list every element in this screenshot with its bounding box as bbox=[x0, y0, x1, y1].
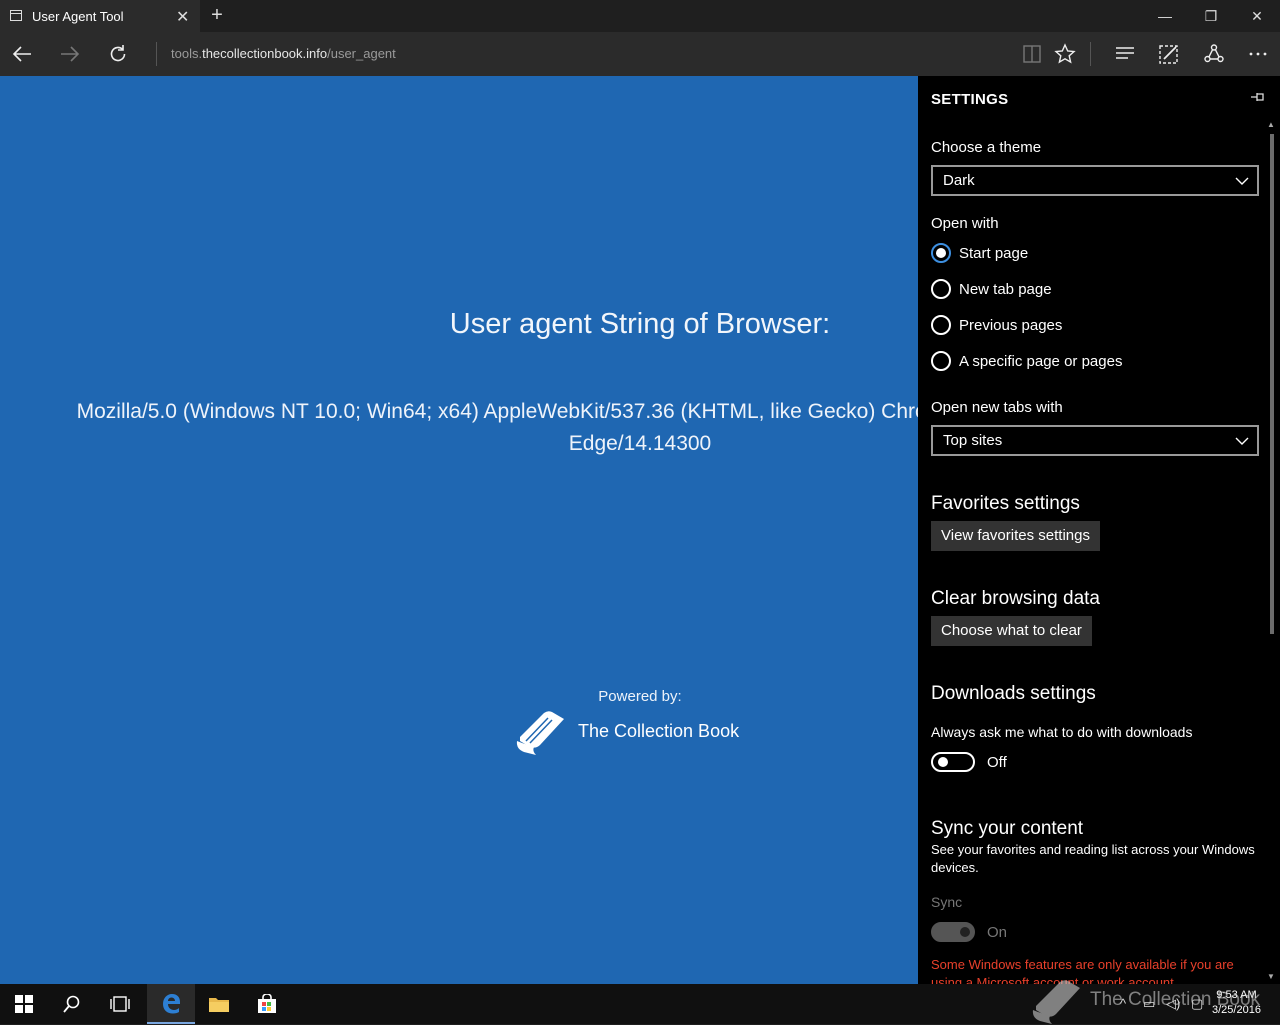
radio-previous-pages[interactable]: Previous pages bbox=[931, 314, 1062, 336]
browser-tab[interactable]: User Agent Tool ✕ bbox=[0, 0, 200, 32]
downloads-toggle[interactable] bbox=[931, 752, 975, 772]
tab-page-icon bbox=[10, 10, 22, 21]
task-view-button[interactable] bbox=[96, 984, 144, 1024]
open-with-label: Open with bbox=[931, 215, 999, 232]
watermark: The Collection Book bbox=[1030, 975, 1260, 1025]
address-domain: thecollectionbook.info bbox=[202, 46, 328, 61]
taskbar-store[interactable] bbox=[243, 984, 291, 1024]
clear-browsing-title: Clear browsing data bbox=[931, 588, 1100, 609]
radio-button[interactable] bbox=[931, 351, 951, 371]
brand-name: The Collection Book bbox=[578, 720, 740, 741]
search-icon bbox=[63, 995, 80, 1013]
favorite-star-button[interactable] bbox=[1043, 32, 1087, 76]
radio-button[interactable] bbox=[931, 279, 951, 299]
sync-label: Sync bbox=[931, 894, 963, 910]
toggle-knob bbox=[960, 927, 970, 937]
web-note-button[interactable] bbox=[1147, 32, 1191, 76]
new-tab-button[interactable]: + bbox=[206, 4, 228, 27]
forward-arrow-icon bbox=[61, 46, 80, 62]
pin-icon[interactable] bbox=[1250, 90, 1266, 107]
search-button[interactable] bbox=[48, 984, 96, 1024]
page-content: User agent String of Browser: Mozilla/5.… bbox=[0, 76, 918, 984]
radio-start-page[interactable]: Start page bbox=[931, 242, 1028, 264]
minimize-button[interactable]: — bbox=[1142, 0, 1188, 32]
brand-logo-link[interactable]: The Collection Book bbox=[514, 706, 739, 756]
chevron-down-icon bbox=[1235, 437, 1249, 445]
address-bar[interactable]: tools.thecollectionbook.info/user_agent bbox=[171, 46, 396, 61]
scroll-down-arrow-icon[interactable]: ▼ bbox=[1267, 972, 1275, 981]
view-favorites-settings-button[interactable]: View favorites settings bbox=[931, 521, 1100, 551]
navigation-bar: tools.thecollectionbook.info/user_agent bbox=[0, 32, 1280, 76]
theme-select[interactable]: Dark bbox=[931, 165, 1259, 196]
sync-title: Sync your content bbox=[931, 818, 1084, 839]
toggle-knob bbox=[938, 757, 948, 767]
refresh-icon bbox=[110, 45, 126, 62]
more-actions-button[interactable] bbox=[1236, 32, 1280, 76]
watermark-text: The Collection Book bbox=[1090, 989, 1261, 1010]
star-icon bbox=[1054, 43, 1076, 64]
downloads-settings-title: Downloads settings bbox=[931, 683, 1096, 704]
restore-button[interactable]: ❐ bbox=[1188, 0, 1234, 32]
ua-heading: User agent String of Browser: bbox=[449, 308, 831, 340]
address-separator bbox=[156, 42, 157, 66]
radio-button[interactable] bbox=[931, 315, 951, 335]
toolbar-separator bbox=[1090, 42, 1091, 66]
hub-icon bbox=[1116, 47, 1134, 59]
start-button[interactable] bbox=[0, 984, 48, 1024]
edge-icon bbox=[163, 994, 180, 1014]
book-logo-icon bbox=[516, 711, 564, 755]
powered-by-label: Powered by: bbox=[598, 688, 682, 705]
windows-logo-icon bbox=[15, 995, 33, 1013]
settings-title: SETTINGS bbox=[931, 91, 1009, 108]
refresh-button[interactable] bbox=[96, 32, 140, 76]
settings-scrollbar[interactable] bbox=[1270, 134, 1274, 634]
favorites-settings-title: Favorites settings bbox=[931, 493, 1080, 514]
radio-specific-page[interactable]: A specific page or pages bbox=[931, 350, 1122, 372]
book-logo-icon bbox=[1032, 980, 1080, 1024]
title-bar: User Agent Tool ✕ + — ❐ ✕ bbox=[0, 0, 1280, 32]
radio-label: Previous pages bbox=[959, 316, 1063, 334]
radio-new-tab-page[interactable]: New tab page bbox=[931, 278, 1052, 300]
settings-panel: SETTINGS ▲ ▼ Choose a theme Dark Open wi… bbox=[918, 76, 1280, 984]
folder-icon bbox=[209, 998, 229, 1012]
downloads-description: Always ask me what to do with downloads bbox=[931, 724, 1193, 740]
hub-button[interactable] bbox=[1103, 32, 1147, 76]
scroll-up-arrow-icon[interactable]: ▲ bbox=[1267, 120, 1275, 129]
sync-toggle-label: On bbox=[987, 924, 1008, 941]
chevron-down-icon bbox=[1235, 177, 1249, 185]
store-icon bbox=[258, 994, 276, 1013]
radio-label: A specific page or pages bbox=[959, 352, 1123, 370]
theme-label: Choose a theme bbox=[931, 139, 1042, 156]
more-icon bbox=[1249, 52, 1267, 56]
radio-label: Start page bbox=[959, 244, 1029, 262]
share-button[interactable] bbox=[1192, 32, 1236, 76]
address-prefix: tools. bbox=[171, 46, 203, 61]
taskbar-file-explorer[interactable] bbox=[195, 984, 243, 1024]
task-view-icon bbox=[110, 996, 130, 1012]
sync-description: See your favorites and reading list acro… bbox=[931, 842, 1255, 875]
radio-label: New tab page bbox=[959, 280, 1052, 298]
new-tabs-label: Open new tabs with bbox=[931, 399, 1063, 416]
address-path: /user_agent bbox=[327, 46, 396, 61]
reading-view-icon bbox=[1023, 45, 1041, 63]
sync-toggle[interactable] bbox=[931, 922, 975, 942]
theme-value: Dark bbox=[943, 172, 975, 189]
forward-button[interactable] bbox=[48, 32, 92, 76]
ua-string: Mozilla/5.0 (Windows NT 10.0; Win64; x64… bbox=[76, 400, 918, 455]
share-icon bbox=[1204, 44, 1224, 63]
back-arrow-icon bbox=[12, 46, 31, 62]
close-window-button[interactable]: ✕ bbox=[1234, 0, 1280, 32]
web-note-icon bbox=[1159, 45, 1178, 64]
new-tabs-value: Top sites bbox=[943, 432, 1003, 449]
choose-what-to-clear-button[interactable]: Choose what to clear bbox=[931, 616, 1092, 646]
new-tabs-select[interactable]: Top sites bbox=[931, 425, 1259, 456]
radio-button-checked[interactable] bbox=[931, 243, 951, 263]
taskbar-edge[interactable] bbox=[147, 984, 195, 1024]
tab-title: User Agent Tool bbox=[32, 9, 124, 24]
downloads-toggle-label: Off bbox=[987, 754, 1007, 771]
back-button[interactable] bbox=[0, 32, 44, 76]
tab-close-icon[interactable]: ✕ bbox=[176, 7, 189, 27]
